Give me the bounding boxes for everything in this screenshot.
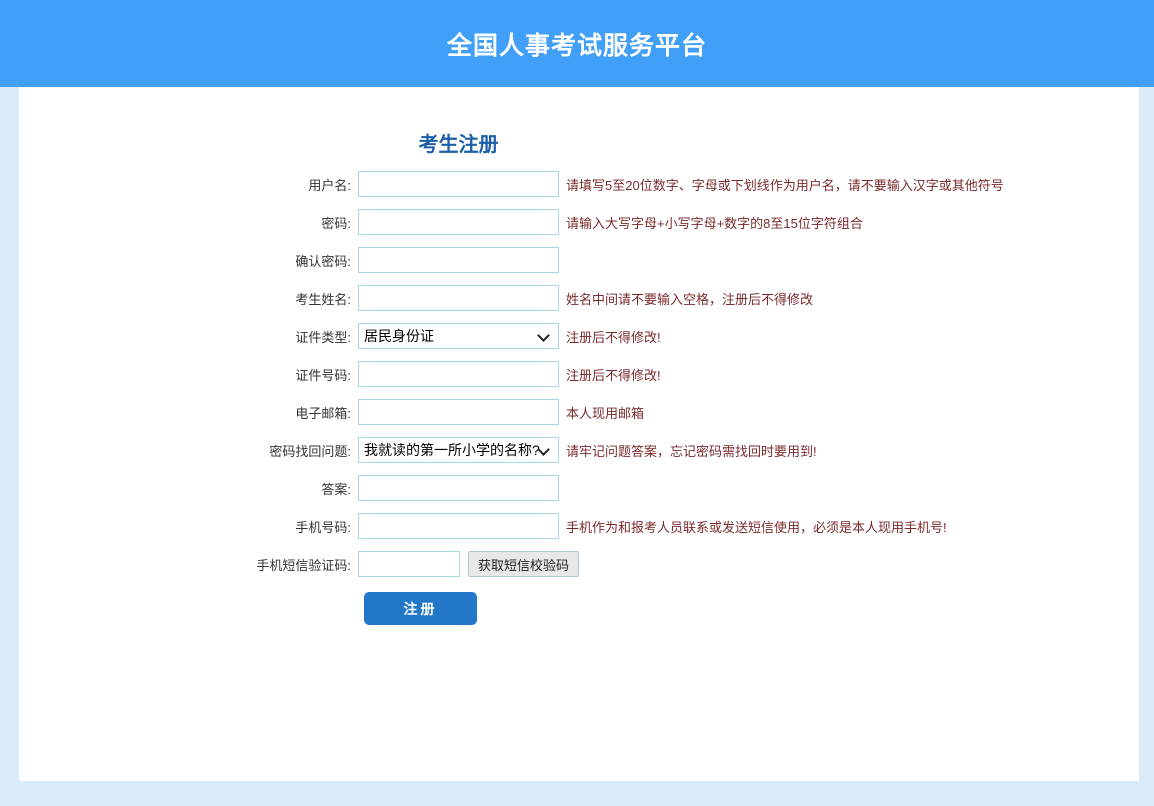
sms-code-label: 手机短信验证码:: [19, 555, 358, 574]
email-label: 电子邮箱:: [19, 403, 358, 422]
answer-input[interactable]: [358, 475, 559, 501]
answer-label: 答案:: [19, 479, 358, 498]
form-row-password: 密码: 请输入大写字母+小写字母+数字的8至15位字符组合: [19, 209, 1139, 235]
confirm-password-input[interactable]: [358, 247, 559, 273]
cert-type-label: 证件类型:: [19, 327, 358, 346]
form-row-name: 考生姓名: 姓名中间请不要输入空格，注册后不得修改: [19, 285, 1139, 311]
username-input[interactable]: [358, 171, 559, 197]
security-question-select-wrap: 我就读的第一所小学的名称?: [358, 437, 559, 463]
header-bar: 全国人事考试服务平台: [0, 0, 1154, 87]
form-row-username: 用户名: 请填写5至20位数字、字母或下划线作为用户名，请不要输入汉字或其他符号: [19, 171, 1139, 197]
form-row-mobile: 手机号码: 手机作为和报考人员联系或发送短信使用，必须是本人现用手机号!: [19, 513, 1139, 539]
candidate-name-input[interactable]: [358, 285, 559, 311]
username-hint: 请填写5至20位数字、字母或下划线作为用户名，请不要输入汉字或其他符号: [566, 175, 1004, 194]
sms-code-input[interactable]: [358, 551, 460, 577]
form-row-email: 电子邮箱: 本人现用邮箱: [19, 399, 1139, 425]
confirm-password-label: 确认密码:: [19, 251, 358, 270]
main-panel: 考生注册 用户名: 请填写5至20位数字、字母或下划线作为用户名，请不要输入汉字…: [19, 87, 1139, 781]
form-row-answer: 答案:: [19, 475, 1139, 501]
email-hint: 本人现用邮箱: [566, 403, 644, 422]
password-hint: 请输入大写字母+小写字母+数字的8至15位字符组合: [566, 213, 863, 232]
security-question-label: 密码找回问题:: [19, 441, 358, 460]
form-row-security-question: 密码找回问题: 我就读的第一所小学的名称? 请牢记问题答案，忘记密码需找回时要用…: [19, 437, 1139, 463]
form-row-cert-type: 证件类型: 居民身份证 注册后不得修改!: [19, 323, 1139, 349]
register-button[interactable]: 注册: [364, 592, 477, 625]
form-row-sms-code: 手机短信验证码: 获取短信校验码: [19, 551, 1139, 577]
form-row-cert-number: 证件号码: 注册后不得修改!: [19, 361, 1139, 387]
mobile-input[interactable]: [358, 513, 559, 539]
mobile-hint: 手机作为和报考人员联系或发送短信使用，必须是本人现用手机号!: [566, 517, 947, 536]
form-title: 考生注册: [358, 128, 559, 157]
email-input[interactable]: [358, 399, 559, 425]
username-label: 用户名:: [19, 175, 358, 194]
site-title: 全国人事考试服务平台: [447, 26, 707, 62]
cert-number-input[interactable]: [358, 361, 559, 387]
candidate-name-hint: 姓名中间请不要输入空格，注册后不得修改: [566, 289, 813, 308]
submit-row: 注册: [364, 592, 1139, 625]
get-sms-code-button[interactable]: 获取短信校验码: [468, 551, 579, 577]
cert-type-select-wrap: 居民身份证: [358, 323, 559, 349]
cert-type-select[interactable]: 居民身份证: [358, 323, 559, 349]
password-input[interactable]: [358, 209, 559, 235]
password-label: 密码:: [19, 213, 358, 232]
form-row-confirm-password: 确认密码:: [19, 247, 1139, 273]
candidate-name-label: 考生姓名:: [19, 289, 358, 308]
cert-number-hint: 注册后不得修改!: [566, 365, 661, 384]
cert-number-label: 证件号码:: [19, 365, 358, 384]
mobile-label: 手机号码:: [19, 517, 358, 536]
security-question-select[interactable]: 我就读的第一所小学的名称?: [358, 437, 559, 463]
security-question-hint: 请牢记问题答案，忘记密码需找回时要用到!: [566, 441, 817, 460]
cert-type-hint: 注册后不得修改!: [566, 327, 661, 346]
